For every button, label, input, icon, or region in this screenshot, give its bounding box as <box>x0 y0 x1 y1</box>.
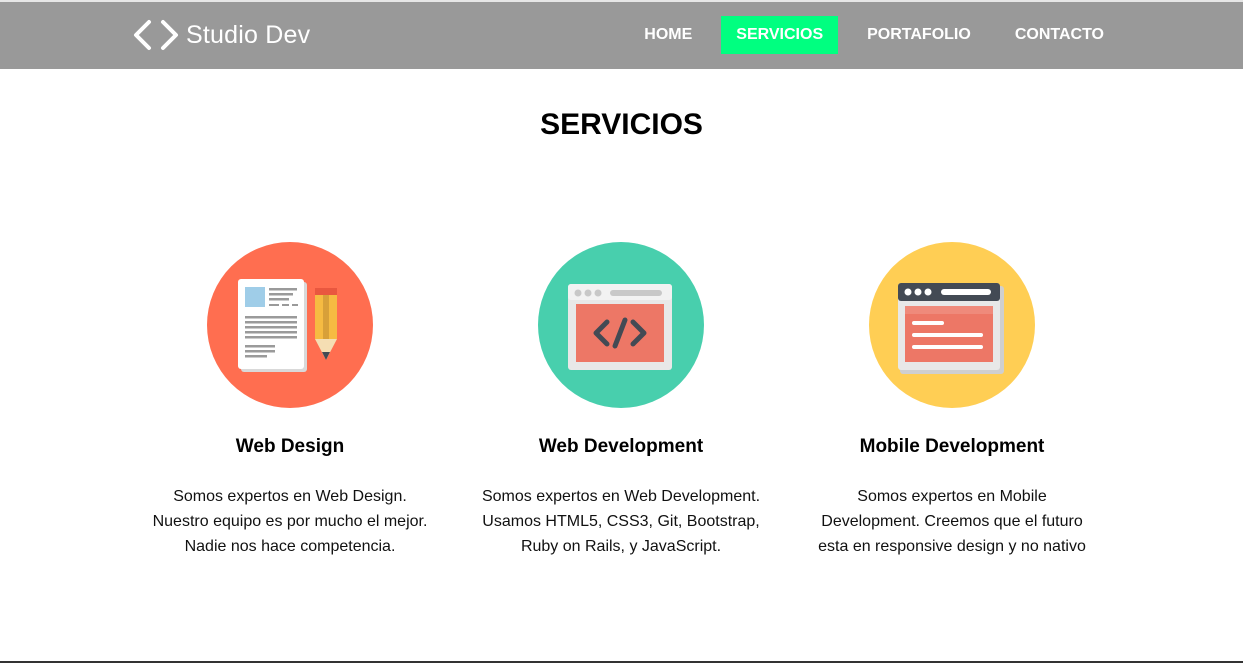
service-description: Somos expertos en Mobile Development. Cr… <box>818 488 1086 555</box>
service-web-development: Web Development Somos expertos en Web De… <box>466 242 776 559</box>
brand-logo-link[interactable]: Studio Dev <box>132 18 310 52</box>
page-title: SERVICIOS <box>540 108 703 141</box>
document-pencil-icon <box>238 279 337 372</box>
code-brackets-icon <box>134 20 178 50</box>
nav-portafolio[interactable]: PORTAFOLIO <box>852 16 986 54</box>
service-web-design: Web Design Somos expertos en Web Design.… <box>135 242 445 559</box>
main-nav: HOME SERVICIOS PORTAFOLIO CONTACTO <box>615 16 1119 54</box>
browser-window-icon <box>898 283 1004 374</box>
code-window-icon <box>568 284 672 370</box>
navbar: Studio Dev HOME SERVICIOS PORTAFOLIO CON… <box>0 2 1243 69</box>
service-icon-circle <box>538 242 704 408</box>
service-title: Web Design <box>235 436 345 457</box>
service-description: Somos expertos en Web Development. Usamo… <box>481 488 761 555</box>
service-icon-circle <box>869 242 1035 408</box>
service-mobile-development: Mobile Development Somos expertos en Mob… <box>797 242 1107 559</box>
service-icon-circle <box>207 242 373 408</box>
service-title: Web Development <box>538 436 704 457</box>
service-description: Somos expertos en Web Design. Nuestro eq… <box>152 488 428 555</box>
brand-name: Studio Dev <box>186 20 311 49</box>
nav-contacto[interactable]: CONTACTO <box>1000 16 1119 54</box>
nav-servicios[interactable]: SERVICIOS <box>721 16 839 54</box>
nav-home[interactable]: HOME <box>629 16 707 54</box>
service-title: Mobile Development <box>859 436 1045 457</box>
